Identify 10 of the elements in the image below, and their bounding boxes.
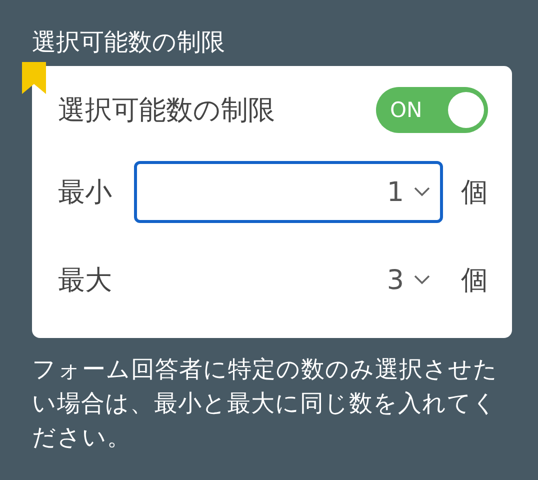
field-label: 最小 (58, 176, 113, 210)
number-select[interactable]: 1 (134, 161, 443, 223)
field-label: 最大 (58, 264, 113, 298)
unit-label: 個 (461, 264, 488, 298)
toggle-label: 選択可能数の制限 (58, 94, 276, 128)
unit-label: 個 (461, 176, 488, 210)
help-text: フォーム回答者に特定の数のみ選択させたい場合は、最小と最大に同じ数を入れてください。 (32, 354, 499, 453)
section-title: 選択可能数の制限 (32, 27, 226, 58)
chevron-down-icon (414, 187, 430, 197)
chevron-down-icon (414, 275, 430, 285)
